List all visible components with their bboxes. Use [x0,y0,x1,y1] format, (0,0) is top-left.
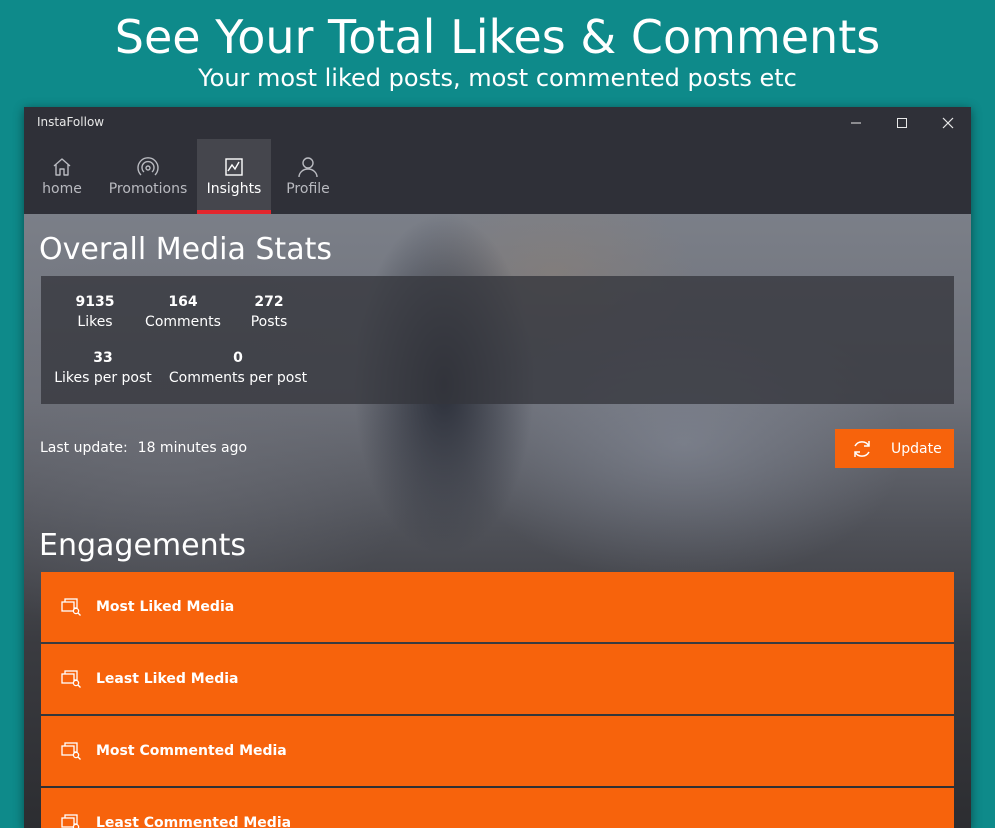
nav-item-home[interactable]: home [32,139,92,214]
broadcast-icon [136,155,160,179]
stat-likes-per-post-label: Likes per post [54,370,152,386]
app-window: InstaFollow home Promotions Insights Pro… [24,107,971,828]
home-icon [51,155,73,179]
close-icon [942,117,954,129]
media-search-icon [60,813,82,828]
stat-likes: 9135 Likes [63,292,127,332]
engagement-most-liked[interactable]: Most Liked Media [41,572,954,642]
stat-comments: 164 Comments [141,292,225,332]
stat-comments-value: 164 [168,294,198,310]
stat-likes-label: Likes [77,314,113,330]
nav-label-home: home [42,181,82,197]
promo-title: See Your Total Likes & Comments [114,10,881,64]
engagement-label: Least Commented Media [96,815,292,828]
maximize-icon [897,118,907,128]
nav-item-promotions[interactable]: Promotions [104,139,192,214]
maximize-button[interactable] [879,107,925,139]
stat-posts-value: 272 [254,294,284,310]
engagement-label: Most Commented Media [96,743,287,759]
engagement-most-commented[interactable]: Most Commented Media [41,716,954,786]
media-search-icon [60,597,82,617]
nav-label-profile: Profile [286,181,330,197]
stat-likes-per-post: 33 Likes per post [51,348,155,388]
stat-likes-value: 9135 [75,294,115,310]
engagement-label: Most Liked Media [96,599,235,615]
stat-comments-label: Comments [145,314,221,330]
minimize-icon [851,122,861,124]
last-update-label: Last update: [40,440,128,456]
stat-comments-per-post-value: 0 [233,350,243,366]
media-search-icon [60,669,82,689]
person-icon [297,155,319,179]
nav-label-promotions: Promotions [108,181,188,197]
promo-subtitle: Your most liked posts, most commented po… [198,64,797,92]
title-bar: InstaFollow [24,107,971,139]
engagement-least-commented[interactable]: Least Commented Media [41,788,954,828]
nav-bar: home Promotions Insights Profile [24,139,971,214]
nav-label-insights: Insights [206,181,262,197]
nav-item-insights[interactable]: Insights [197,139,271,214]
media-search-icon [60,741,82,761]
last-update: Last update: 18 minutes ago [40,440,247,456]
update-button[interactable]: Update [835,429,954,468]
refresh-icon [851,438,873,460]
nav-item-profile[interactable]: Profile [280,139,336,214]
close-button[interactable] [925,107,971,139]
update-button-label: Update [891,440,942,457]
stat-likes-per-post-value: 33 [93,350,113,366]
minimize-button[interactable] [833,107,879,139]
insights-content: Overall Media Stats 9135 Likes 164 Comme… [24,214,971,828]
app-name: InstaFollow [37,115,105,129]
stat-posts: 272 Posts [241,292,297,332]
engagement-least-liked[interactable]: Least Liked Media [41,644,954,714]
engagement-label: Least Liked Media [96,671,239,687]
stat-comments-per-post: 0 Comments per post [167,348,309,388]
stats-panel: 9135 Likes 164 Comments 272 Posts 33 Lik… [41,276,954,404]
stat-comments-per-post-label: Comments per post [168,370,308,386]
last-update-time: 18 minutes ago [137,440,248,456]
engagements-title: Engagements [39,528,246,563]
chart-icon [223,155,245,179]
stat-posts-label: Posts [250,314,288,330]
stats-title: Overall Media Stats [39,232,332,267]
